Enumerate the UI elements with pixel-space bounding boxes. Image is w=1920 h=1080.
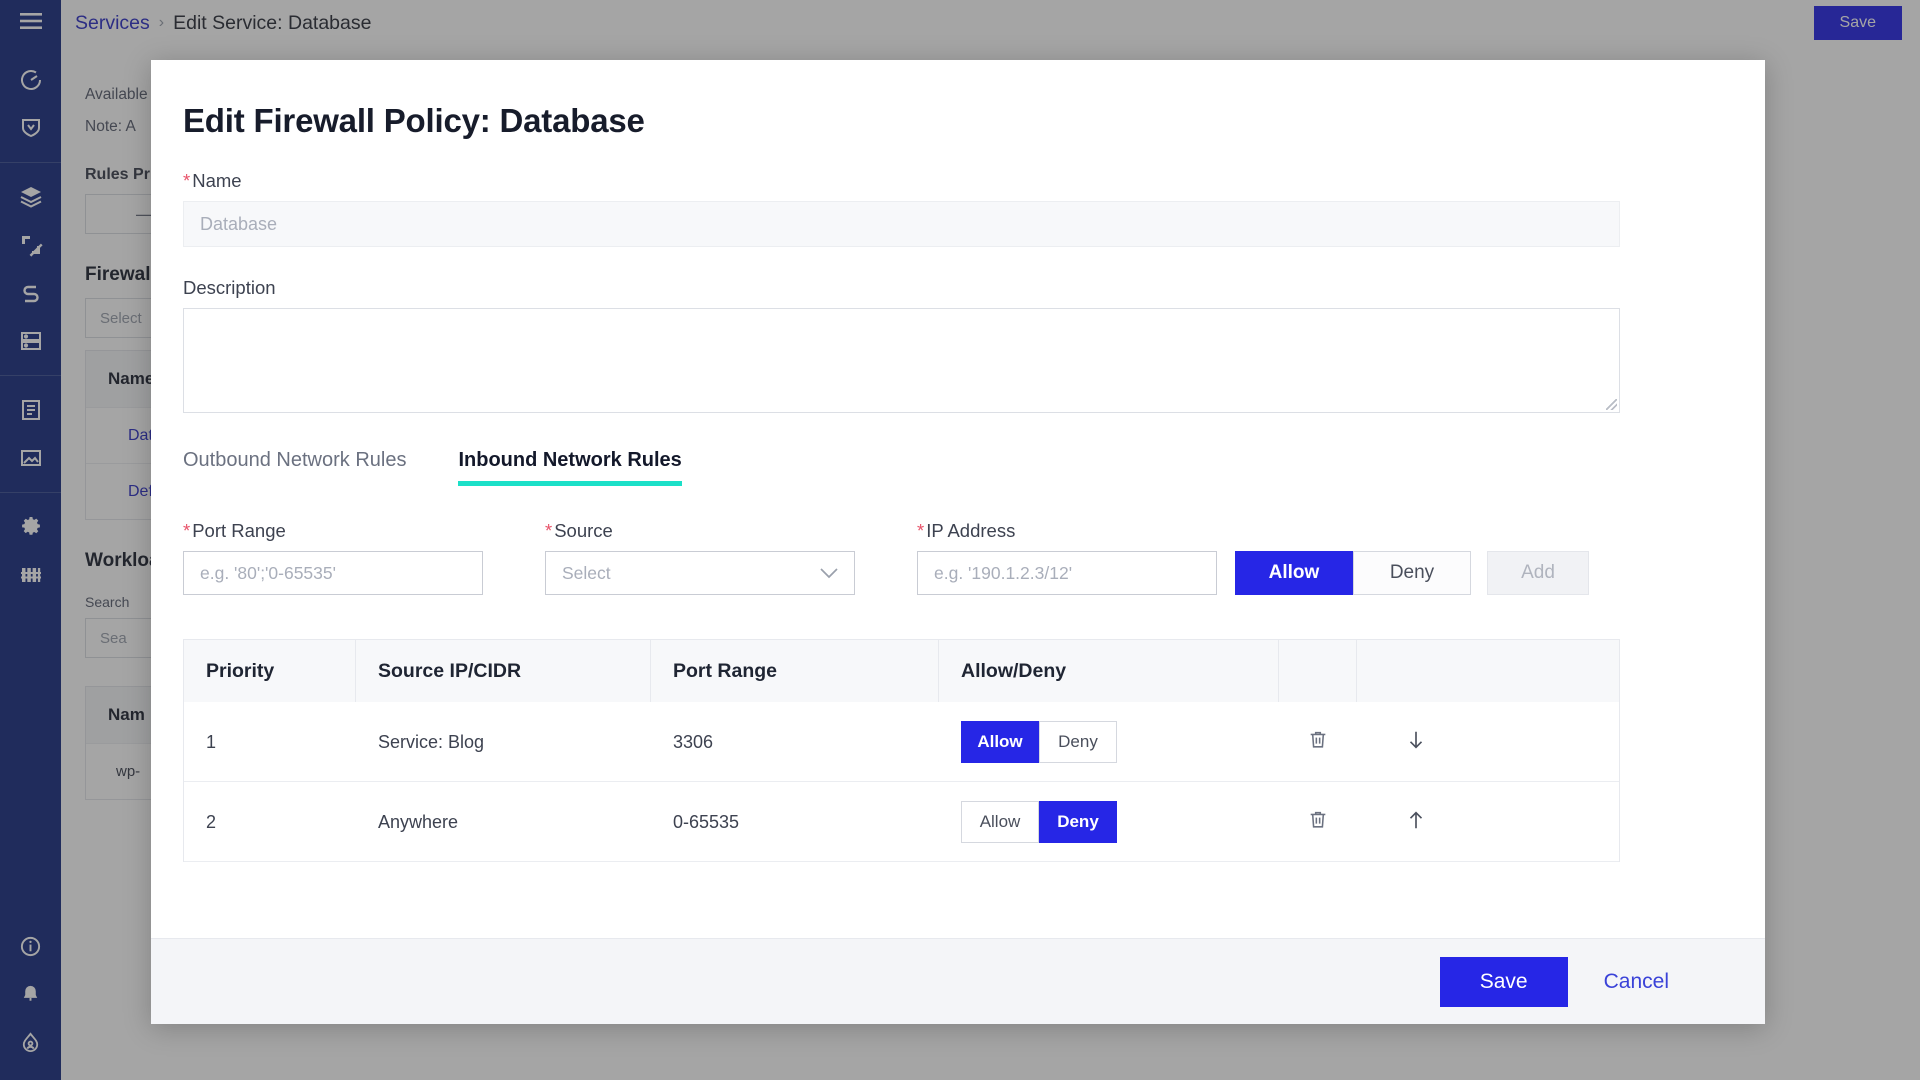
column-header-delete (1279, 640, 1357, 702)
dialog-footer: Save Cancel (151, 938, 1765, 1024)
row-allow-deny-toggle: Allow Deny (961, 721, 1117, 763)
ip-address-field-group: * IP Address e.g. '190.1.2.3/12' (917, 520, 1217, 595)
description-label: Description (183, 277, 276, 298)
cell-port-range: 3306 (673, 731, 714, 752)
trash-icon (1307, 808, 1329, 836)
source-label-text: Source (554, 520, 613, 541)
ip-address-label-text: IP Address (926, 520, 1016, 541)
chevron-down-icon (820, 563, 838, 584)
move-rule-down-button[interactable] (1357, 702, 1475, 782)
row-deny-button[interactable]: Deny (1039, 721, 1117, 763)
row-allow-deny-toggle: Allow Deny (961, 801, 1117, 843)
cell-source: Anywhere (378, 811, 459, 832)
move-rule-up-button[interactable] (1357, 782, 1475, 862)
table-row: 2 Anywhere 0-65535 Allow Deny (184, 782, 1619, 862)
arrow-down-icon (1405, 728, 1427, 757)
row-deny-button[interactable]: Deny (1039, 801, 1117, 843)
column-header-priority: Priority (184, 640, 356, 702)
table-row: 1 Service: Blog 3306 Allow Deny (184, 702, 1619, 782)
dialog-title: Edit Firewall Policy: Database (183, 102, 645, 139)
description-textarea[interactable] (183, 308, 1620, 413)
trash-icon (1307, 728, 1329, 756)
allow-button[interactable]: Allow (1235, 551, 1353, 595)
port-range-input[interactable]: e.g. '80';'0-65535' (183, 551, 483, 595)
name-field-group: * Name Database (183, 170, 1733, 247)
add-rule-button[interactable]: Add (1487, 551, 1589, 595)
row-allow-button[interactable]: Allow (961, 801, 1039, 843)
required-asterisk: * (183, 170, 191, 191)
dialog-cancel-button[interactable]: Cancel (1568, 957, 1705, 1007)
dialog-body: Edit Firewall Policy: Database * Name Dat… (151, 60, 1765, 938)
ip-address-label: * IP Address (917, 520, 1217, 542)
source-field-group: * Source Select (545, 520, 855, 595)
column-header-port-range: Port Range (651, 640, 939, 702)
name-label: * Name (183, 170, 1733, 192)
delete-rule-button[interactable] (1279, 702, 1357, 782)
dialog-form: * Name Database Description Outbound Netw… (151, 170, 1765, 862)
resize-grip-icon[interactable] (1606, 399, 1617, 410)
name-label-text: Name (192, 170, 242, 191)
allow-deny-toggle: Allow Deny (1235, 551, 1471, 595)
delete-rule-button[interactable] (1279, 782, 1357, 862)
dialog-save-button[interactable]: Save (1439, 956, 1568, 1007)
required-asterisk: * (183, 520, 191, 541)
description-field-group: Description (183, 277, 1733, 413)
column-header-reorder (1357, 640, 1475, 702)
source-select[interactable]: Select (545, 551, 855, 595)
required-asterisk: * (545, 520, 553, 541)
cell-port-range: 0-65535 (673, 811, 740, 832)
column-header-source-ip-cidr: Source IP/CIDR (356, 640, 651, 702)
tab-outbound-network-rules[interactable]: Outbound Network Rules (183, 449, 406, 486)
row-allow-button[interactable]: Allow (961, 721, 1039, 763)
arrow-up-icon (1405, 808, 1427, 837)
rules-table: Priority Source IP/CIDR Port Range Allow… (183, 639, 1620, 862)
ip-address-input[interactable]: e.g. '190.1.2.3/12' (917, 551, 1217, 595)
source-select-value: Select (562, 562, 611, 583)
add-rule-form: * Port Range e.g. '80';'0-65535' * Source … (183, 520, 1733, 595)
tab-inbound-network-rules[interactable]: Inbound Network Rules (458, 449, 683, 486)
required-asterisk: * (917, 520, 925, 541)
column-header-allow-deny: Allow/Deny (939, 640, 1279, 702)
cell-priority: 1 (206, 731, 217, 752)
source-label: * Source (545, 520, 855, 542)
port-range-label: * Port Range (183, 520, 483, 542)
port-range-label-text: Port Range (192, 520, 286, 541)
cell-source: Service: Blog (378, 731, 485, 752)
port-range-field-group: * Port Range e.g. '80';'0-65535' (183, 520, 483, 595)
cell-allow-deny: Allow Deny (939, 782, 1279, 862)
cell-allow-deny: Allow Deny (939, 702, 1279, 782)
cell-priority: 2 (206, 811, 217, 832)
name-input[interactable]: Database (183, 201, 1620, 247)
network-rules-tabs: Outbound Network Rules Inbound Network R… (183, 449, 1733, 486)
deny-button[interactable]: Deny (1353, 551, 1471, 595)
edit-firewall-policy-dialog: Edit Firewall Policy: Database * Name Dat… (151, 60, 1765, 1024)
rules-table-header: Priority Source IP/CIDR Port Range Allow… (184, 640, 1619, 702)
